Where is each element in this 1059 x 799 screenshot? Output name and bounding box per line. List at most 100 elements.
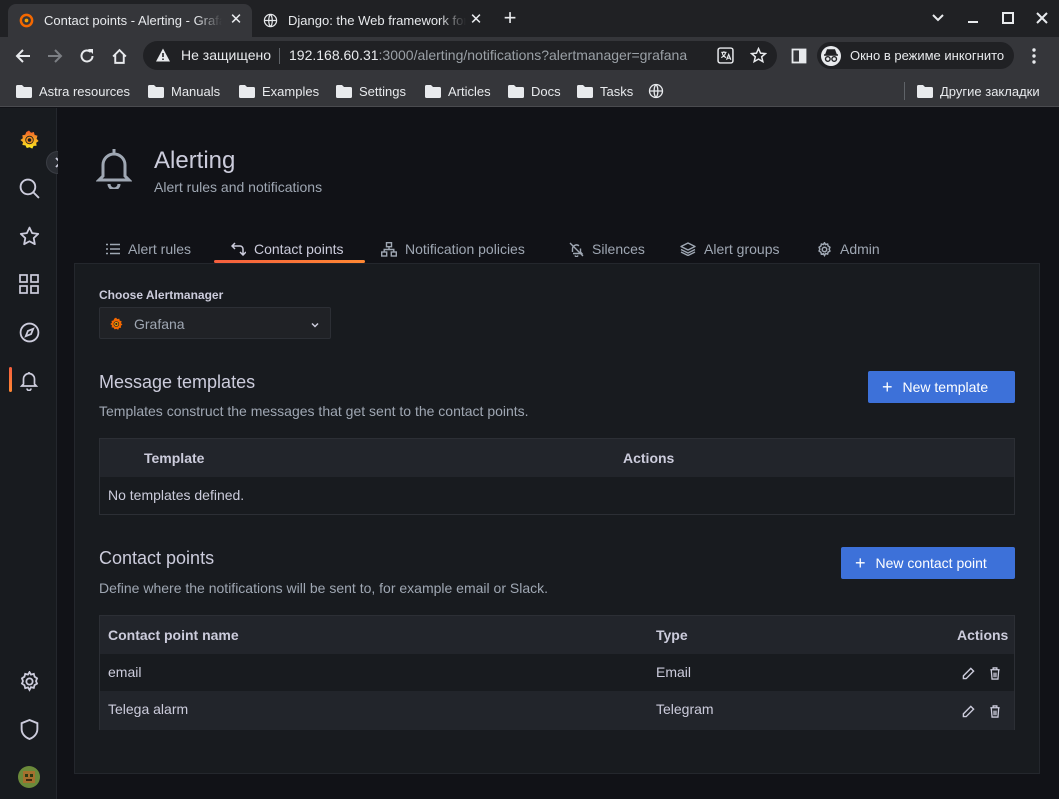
- reload-icon[interactable]: [75, 44, 99, 68]
- configuration-gear-icon[interactable]: [16, 668, 42, 694]
- starred-icon[interactable]: [16, 223, 42, 249]
- back-arrow-icon[interactable]: [11, 44, 35, 68]
- tab-notification-policies[interactable]: Notification policies: [381, 235, 525, 263]
- bookmark-folder[interactable]: Examples: [239, 81, 319, 101]
- folder-icon: [508, 84, 524, 98]
- column-header-actions: Actions: [623, 450, 675, 466]
- bookmarks-bar: Astra resources Manuals Examples Setting…: [0, 74, 1059, 107]
- page-subtitle: Alert rules and notifications: [154, 179, 323, 195]
- explore-compass-icon[interactable]: [16, 319, 42, 345]
- grafana-logo-icon: [108, 316, 124, 337]
- globe-icon: [262, 13, 278, 29]
- edit-pen-icon[interactable]: [960, 703, 976, 719]
- browser-menu-icon[interactable]: [1022, 44, 1046, 68]
- bookmark-folder[interactable]: Manuals: [148, 81, 220, 101]
- folder-icon: [577, 84, 593, 98]
- tab-label: Notification policies: [405, 241, 525, 257]
- bookmarks-divider: [904, 82, 905, 100]
- bookmark-folder[interactable]: Articles: [425, 81, 491, 101]
- url-host: 192.168.60.31: [289, 47, 379, 63]
- page-bell-icon: [95, 147, 133, 191]
- search-icon[interactable]: [16, 175, 42, 201]
- chevron-down-icon: [310, 317, 320, 335]
- home-icon[interactable]: [107, 44, 131, 68]
- forward-arrow-icon[interactable]: [43, 44, 67, 68]
- warning-icon[interactable]: [155, 47, 171, 68]
- new-tab-icon[interactable]: +: [500, 5, 520, 30]
- folder-icon: [239, 84, 255, 98]
- bookmark-label: Astra resources: [39, 83, 131, 99]
- delete-trash-icon[interactable]: [987, 703, 1003, 719]
- grafana-sidemenu: [0, 108, 57, 799]
- omnibox-divider: [279, 48, 280, 64]
- tab-label: Alert groups: [704, 241, 780, 257]
- bookmark-folder[interactable]: Tasks: [577, 81, 633, 101]
- layer-group-icon: [680, 242, 696, 256]
- folder-icon: [425, 84, 441, 98]
- address-bar[interactable]: Не защищено 192.168.60.31:3000/alerting/…: [143, 41, 777, 70]
- column-header-name: Contact point name: [108, 627, 239, 643]
- incognito-badge[interactable]: Окно в режиме инкогнито: [817, 42, 1015, 69]
- bookmark-folder[interactable]: Docs: [508, 81, 561, 101]
- contact-point-type: Telegram: [656, 701, 714, 717]
- empty-message: No templates defined.: [108, 487, 245, 503]
- folder-icon: [336, 84, 352, 98]
- bookmark-folder[interactable]: Astra resources: [16, 81, 130, 101]
- translate-icon[interactable]: [717, 47, 734, 69]
- minimize-icon[interactable]: [963, 8, 983, 28]
- tab-admin[interactable]: Admin: [817, 235, 880, 263]
- page-title: Alerting: [154, 147, 236, 174]
- button-label: New contact point: [875, 555, 987, 571]
- bookmark-label: Docs: [531, 83, 561, 99]
- grafana-home-logo-icon[interactable]: [16, 127, 42, 153]
- incognito-icon: [821, 45, 841, 66]
- bookmark-globe[interactable]: [648, 81, 671, 101]
- plus-icon: +: [882, 377, 893, 397]
- browser-tab-strip: Contact points - Alerting - Grafana ✕ Dj…: [0, 0, 1059, 37]
- side-panel-icon[interactable]: [787, 44, 811, 68]
- close-tab-icon[interactable]: ✕: [468, 12, 484, 28]
- templates-section-title: Message templates: [99, 372, 256, 392]
- browser-tab-title: Contact points - Alerting - Grafana: [44, 13, 222, 28]
- other-bookmarks-folder[interactable]: Другие закладки: [917, 81, 1040, 101]
- bookmark-label: Settings: [359, 83, 406, 99]
- tab-search-chevron-icon[interactable]: [928, 8, 948, 28]
- plus-icon: +: [855, 553, 866, 573]
- user-avatar[interactable]: [16, 764, 42, 790]
- browser-tab-title: Django: the Web framework for perfection…: [288, 13, 466, 28]
- table-header: Contact point name Type Actions: [100, 616, 1014, 654]
- bookmark-label: Examples: [262, 83, 320, 99]
- grafana-logo-icon: [18, 13, 34, 29]
- browser-tab-grafana[interactable]: Contact points - Alerting - Grafana ✕: [8, 4, 252, 37]
- comment-alt-share-icon: [231, 242, 246, 256]
- column-header-actions: Actions: [957, 627, 1009, 643]
- close-window-icon[interactable]: [1032, 8, 1052, 28]
- close-tab-icon[interactable]: ✕: [228, 12, 244, 28]
- templates-section-description: Templates construct the messages that ge…: [99, 403, 529, 419]
- edit-pen-icon[interactable]: [960, 665, 976, 681]
- bookmark-folder[interactable]: Settings: [336, 81, 406, 101]
- alerting-bell-icon[interactable]: [16, 367, 42, 393]
- browser-tab-django[interactable]: Django: the Web framework for perfection…: [252, 4, 492, 37]
- bookmark-star-icon[interactable]: [749, 46, 768, 69]
- tab-alert-rules[interactable]: Alert rules: [106, 235, 191, 263]
- maximize-icon[interactable]: [998, 8, 1018, 28]
- alertmanager-select[interactable]: Grafana: [99, 307, 331, 339]
- delete-trash-icon[interactable]: [987, 665, 1003, 681]
- tab-silences[interactable]: Silences: [569, 235, 645, 263]
- dashboards-apps-icon[interactable]: [16, 271, 42, 297]
- active-nav-indicator: [9, 367, 12, 392]
- security-warning-label[interactable]: Не защищено: [181, 47, 271, 63]
- empty-row: No templates defined.: [100, 477, 1014, 514]
- new-contact-point-button[interactable]: + New contact point: [841, 547, 1015, 579]
- contact-points-section-title: Contact points: [99, 548, 215, 568]
- templates-table: Template Actions No templates defined.: [99, 438, 1015, 515]
- tab-contact-points[interactable]: Contact points: [231, 235, 344, 263]
- tab-alert-groups[interactable]: Alert groups: [680, 235, 779, 263]
- new-template-button[interactable]: + New template: [868, 371, 1015, 403]
- url-text[interactable]: 192.168.60.31:3000/alerting/notification…: [289, 47, 709, 63]
- folder-icon: [16, 84, 32, 98]
- incognito-label: Окно в режиме инкогнито: [850, 48, 1005, 63]
- server-admin-shield-icon[interactable]: [16, 716, 42, 742]
- globe-icon: [648, 83, 664, 99]
